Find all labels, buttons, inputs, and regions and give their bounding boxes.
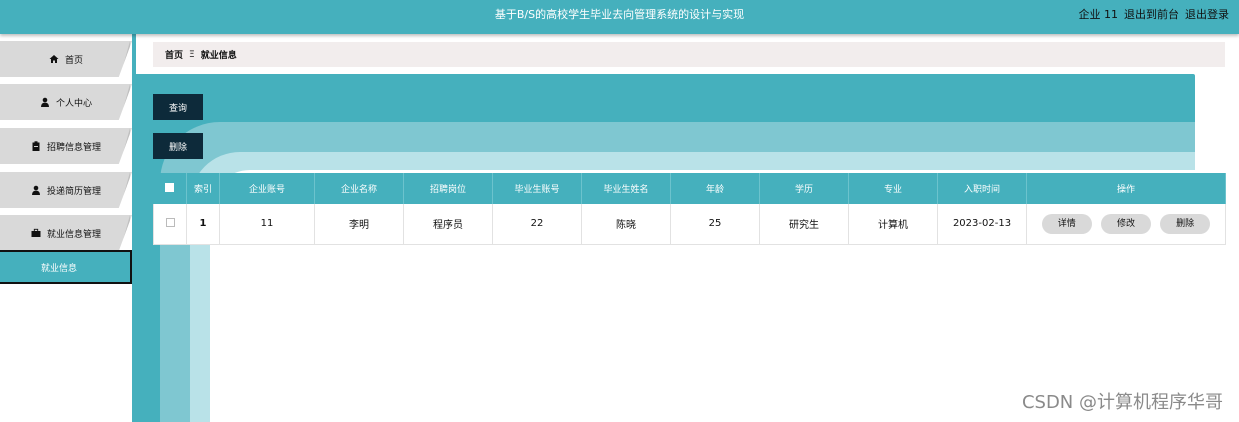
column-header: 入职时间 [937, 173, 1027, 204]
column-header: 索引 [186, 173, 220, 204]
logout-link[interactable]: 退出登录 [1185, 0, 1229, 34]
cell-age: 25 [670, 204, 760, 245]
cell-actions: 详情 修改 删除 [1026, 204, 1226, 245]
detail-button[interactable]: 详情 [1041, 213, 1092, 234]
table-header-row: 索引 企业账号 企业名称 招聘岗位 毕业生账号 毕业生姓名 年龄 学历 专业 入… [153, 173, 1226, 204]
employment-table: 索引 企业账号 企业名称 招聘岗位 毕业生账号 毕业生姓名 年龄 学历 专业 入… [153, 173, 1226, 245]
cell-education: 研究生 [759, 204, 849, 245]
breadcrumb-current: 就业信息 [200, 51, 237, 61]
home-icon [49, 55, 59, 63]
row-select-cell [153, 204, 187, 245]
column-header: 年龄 [670, 173, 760, 204]
cell-grad-name: 陈晓 [581, 204, 671, 245]
back-to-front-link[interactable]: 退出到前台 [1124, 0, 1179, 34]
cell-major: 计算机 [848, 204, 938, 245]
select-all-checkbox[interactable] [165, 182, 175, 192]
column-header: 招聘岗位 [403, 173, 493, 204]
user-icon [31, 185, 40, 195]
sidebar-item-label: 首页 [64, 55, 83, 66]
column-header: 企业账号 [219, 173, 315, 204]
column-header: 操作 [1026, 173, 1226, 204]
sidebar-item-label: 招聘信息管理 [46, 142, 101, 153]
sidebar-item-recruit-manage[interactable]: 招聘信息管理 [0, 128, 132, 164]
cell-company-name: 李明 [314, 204, 404, 245]
sidebar-item-resume-manage[interactable]: 投递简历管理 [0, 172, 132, 208]
delete-button[interactable]: 删除 [153, 133, 203, 159]
sidebar-subitem-employment-info[interactable]: 就业信息 [0, 250, 132, 284]
user-icon [40, 97, 49, 107]
edit-button[interactable]: 修改 [1101, 213, 1151, 234]
clipboard-icon [32, 141, 40, 151]
cell-grad-account: 22 [492, 204, 582, 245]
briefcase-icon [31, 228, 41, 237]
sidebar-item-label: 投递简历管理 [46, 186, 101, 197]
sidebar-item-employment-manage[interactable]: 就业信息管理 [0, 215, 132, 251]
app-title: 基于B/S的高校学生毕业去向管理系统的设计与实现 [494, 8, 745, 21]
row-checkbox[interactable] [165, 217, 175, 227]
breadcrumb-separator: Ξ [189, 49, 195, 60]
table-row: 1 11 李明 程序员 22 陈晓 25 研究生 计算机 2023-02-13 … [153, 204, 1226, 245]
user-bar: 企业 11 退出到前台 退出登录 [1079, 0, 1230, 34]
row-delete-button[interactable]: 删除 [1160, 213, 1211, 234]
sidebar: 首页 个人中心 招聘信息管理 投递简历管理 就业信息管理 就业信息 [0, 34, 136, 422]
breadcrumb-home[interactable]: 首页 [165, 48, 183, 61]
cell-position: 程序员 [403, 204, 493, 245]
column-header: 专业 [848, 173, 938, 204]
sidebar-item-label: 就业信息管理 [46, 229, 101, 240]
sidebar-item-home[interactable]: 首页 [0, 41, 132, 77]
column-header: 企业名称 [314, 173, 404, 204]
content-panel [136, 74, 1195, 422]
column-header: 毕业生账号 [492, 173, 582, 204]
sidebar-item-personal-center[interactable]: 个人中心 [0, 84, 132, 120]
sidebar-item-label: 个人中心 [55, 98, 92, 109]
breadcrumb: 首页 Ξ 就业信息 [153, 42, 1225, 67]
select-all-cell [153, 173, 187, 204]
current-user-label: 企业 11 [1078, 8, 1119, 21]
watermark: CSDN @计算机程序华哥 [1021, 392, 1223, 413]
column-header: 毕业生姓名 [581, 173, 671, 204]
top-bar: 基于B/S的高校学生毕业去向管理系统的设计与实现 企业 11 退出到前台 退出登… [0, 0, 1239, 34]
column-header: 学历 [759, 173, 849, 204]
cell-index: 1 [186, 204, 220, 245]
cell-hire-date: 2023-02-13 [937, 204, 1027, 245]
cell-company-account: 11 [219, 204, 315, 245]
query-button[interactable]: 查询 [153, 94, 203, 120]
